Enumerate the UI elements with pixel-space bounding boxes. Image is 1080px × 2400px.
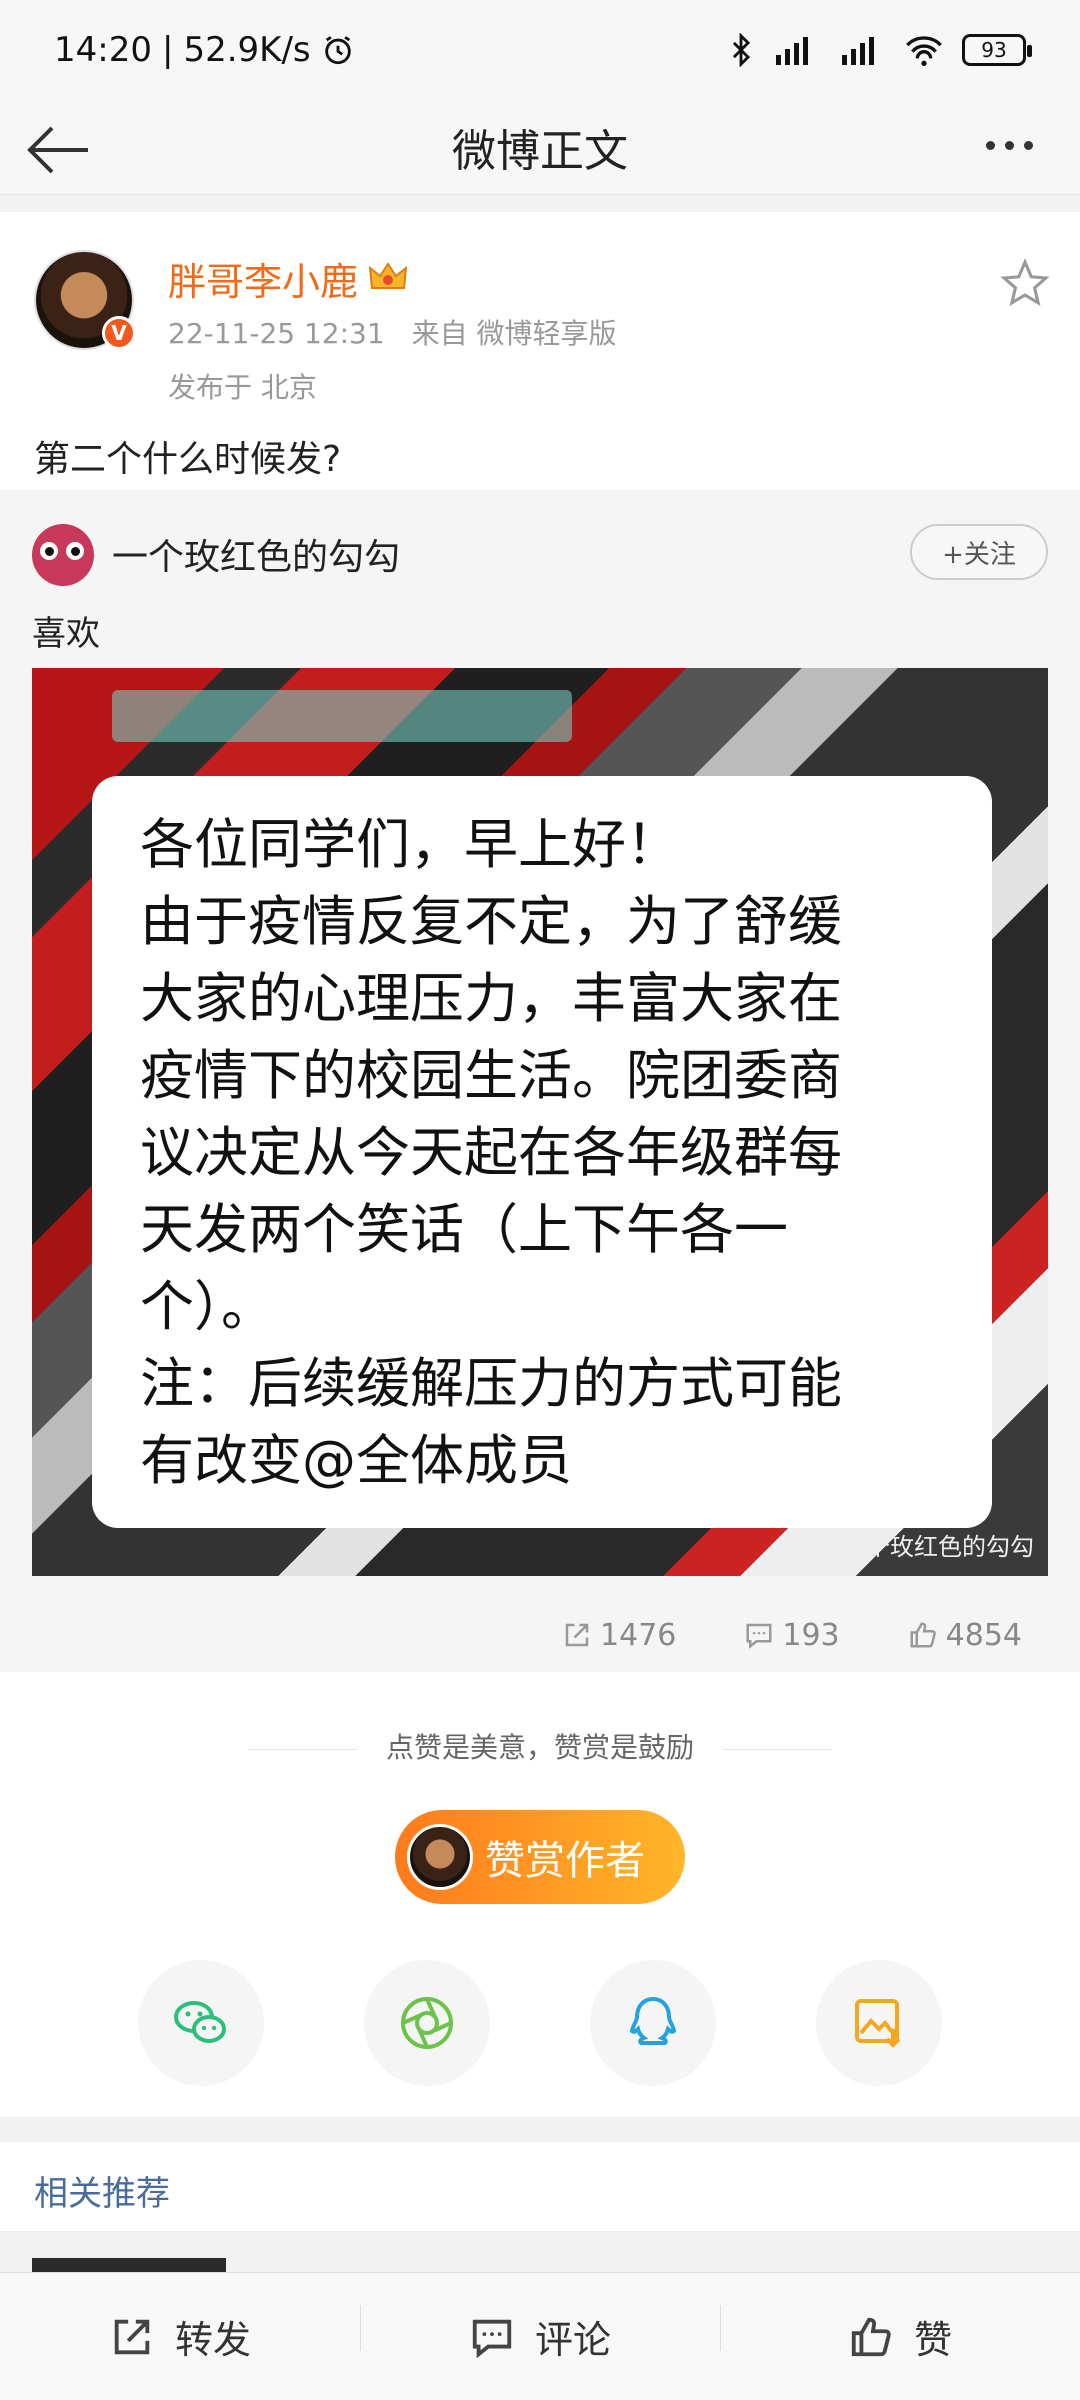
comment-icon — [472, 2319, 512, 2358]
repost-image[interactable]: 各位同学们，早上好！ 由于疫情反复不定，为了舒缓 大家的心理压力，丰富大家在 疫… — [32, 668, 1048, 1576]
save-image-button[interactable] — [816, 1960, 942, 2086]
comment-count[interactable]: 193 — [744, 1610, 840, 1660]
wechat-icon — [174, 2001, 226, 2043]
post-text: 第二个什么时候发? — [34, 439, 342, 480]
signal-icon — [776, 37, 808, 65]
share-row — [0, 1960, 1080, 2086]
post-author-block: V 胖哥李小鹿 22-11-25 12:31 来自 微博轻享版 发布于 北京 — [34, 250, 617, 406]
reward-section: 点赞是美意，赞赏是鼓励 赞赏作者 — [0, 1672, 1080, 2117]
repost-count[interactable]: 1476 — [562, 1610, 676, 1660]
alarm-icon — [324, 36, 351, 65]
favorite-star-icon[interactable] — [1000, 258, 1050, 308]
separator: | — [161, 30, 174, 70]
repost-stats: 1476 193 4854 — [0, 1610, 1080, 1660]
qq-icon — [629, 1996, 677, 2045]
reward-author-button[interactable]: 赞赏作者 — [395, 1810, 685, 1904]
page-title: 微博正文 — [452, 126, 628, 177]
related-title: 相关推荐 — [34, 2174, 170, 2214]
comment-icon — [746, 1623, 772, 1649]
post-card: V 胖哥李小鹿 22-11-25 12:31 来自 微博轻享版 发布于 北京 第… — [0, 212, 1080, 1672]
image-watermark: @一个玫红色的勾勾 — [780, 1527, 1034, 1562]
notice-line: 大家的心理压力，丰富大家在 — [140, 967, 842, 1030]
wifi-icon — [906, 36, 942, 66]
more-options-icon[interactable] — [986, 130, 1050, 160]
notice-line: 注：后续缓解压力的方式可能 — [140, 1352, 842, 1415]
notice-line: 由于疫情反复不定，为了舒缓 — [140, 890, 842, 953]
repost-icon — [114, 2319, 150, 2354]
reward-avatar — [407, 1824, 473, 1890]
comment-button[interactable]: 评论 — [360, 2305, 720, 2364]
notice-line: 有改变@全体成员 — [140, 1429, 572, 1492]
clock: 14:20 — [54, 30, 152, 70]
reposted-content[interactable]: 一个玫红色的勾勾 +关注 喜欢 各位同学们，早上好！ 由于疫情反复不定，为了舒缓… — [0, 490, 1080, 1672]
reward-slogan: 点赞是美意，赞赏是鼓励 — [0, 1726, 1080, 1766]
battery-indicator: 93 — [962, 34, 1032, 66]
crown-badge-icon — [368, 262, 408, 289]
share-moments-button[interactable] — [364, 1960, 490, 2086]
bluetooth-icon — [732, 33, 751, 67]
notice-line: 天发两个笑话（上下午各一 — [140, 1198, 788, 1261]
notice-card: 各位同学们，早上好！ 由于疫情反复不定，为了舒缓 大家的心理压力，丰富大家在 疫… — [92, 776, 992, 1528]
notice-line: 疫情下的校园生活。院团委商 — [140, 1044, 842, 1107]
like-button[interactable]: 赞 — [720, 2305, 1080, 2364]
share-wechat-button[interactable] — [138, 1960, 264, 2086]
like-count[interactable]: 4854 — [908, 1610, 1022, 1660]
bottom-action-bar: 转发 评论 赞 — [0, 2272, 1080, 2400]
share-qq-button[interactable] — [590, 1960, 716, 2086]
network-speed: 52.9K/s — [183, 30, 311, 70]
related-section-header: 相关推荐 — [0, 2142, 1080, 2232]
status-bar: 14:20 | 52.9K/s 93 — [0, 0, 1080, 100]
title-bar: 微博正文 — [0, 100, 1080, 195]
follow-button[interactable]: +关注 — [910, 524, 1048, 580]
post-timestamp: 22-11-25 12:31 — [168, 317, 385, 350]
notice-line: 个）。 — [140, 1275, 275, 1338]
notice-line: 议决定从今天起在各年级群每 — [140, 1121, 842, 1184]
thumbs-up-icon — [851, 2317, 891, 2356]
save-image-icon — [855, 1999, 901, 2048]
share-icon — [565, 1623, 589, 1647]
signal-icon-2 — [842, 37, 874, 65]
notice-line: 各位同学们，早上好！ — [140, 813, 680, 876]
back-arrow-icon[interactable] — [24, 120, 94, 180]
weibo-logo-icon — [780, 1533, 809, 1557]
author-name[interactable]: 胖哥李小鹿 — [168, 251, 358, 306]
repost-author-avatar[interactable] — [32, 524, 94, 586]
repost-button[interactable]: 转发 — [0, 2309, 360, 2364]
verified-badge: V — [102, 316, 136, 350]
post-source: 来自 微博轻享版 — [411, 317, 617, 350]
author-avatar[interactable]: V — [34, 250, 136, 350]
moments-icon — [401, 1997, 453, 2049]
repost-text: 喜欢 — [32, 614, 100, 654]
post-location: 发布于 北京 — [168, 371, 317, 404]
thumbs-up-icon — [910, 1622, 936, 1648]
repost-author-name[interactable]: 一个玫红色的勾勾 — [112, 528, 400, 580]
blurred-header — [112, 690, 572, 742]
